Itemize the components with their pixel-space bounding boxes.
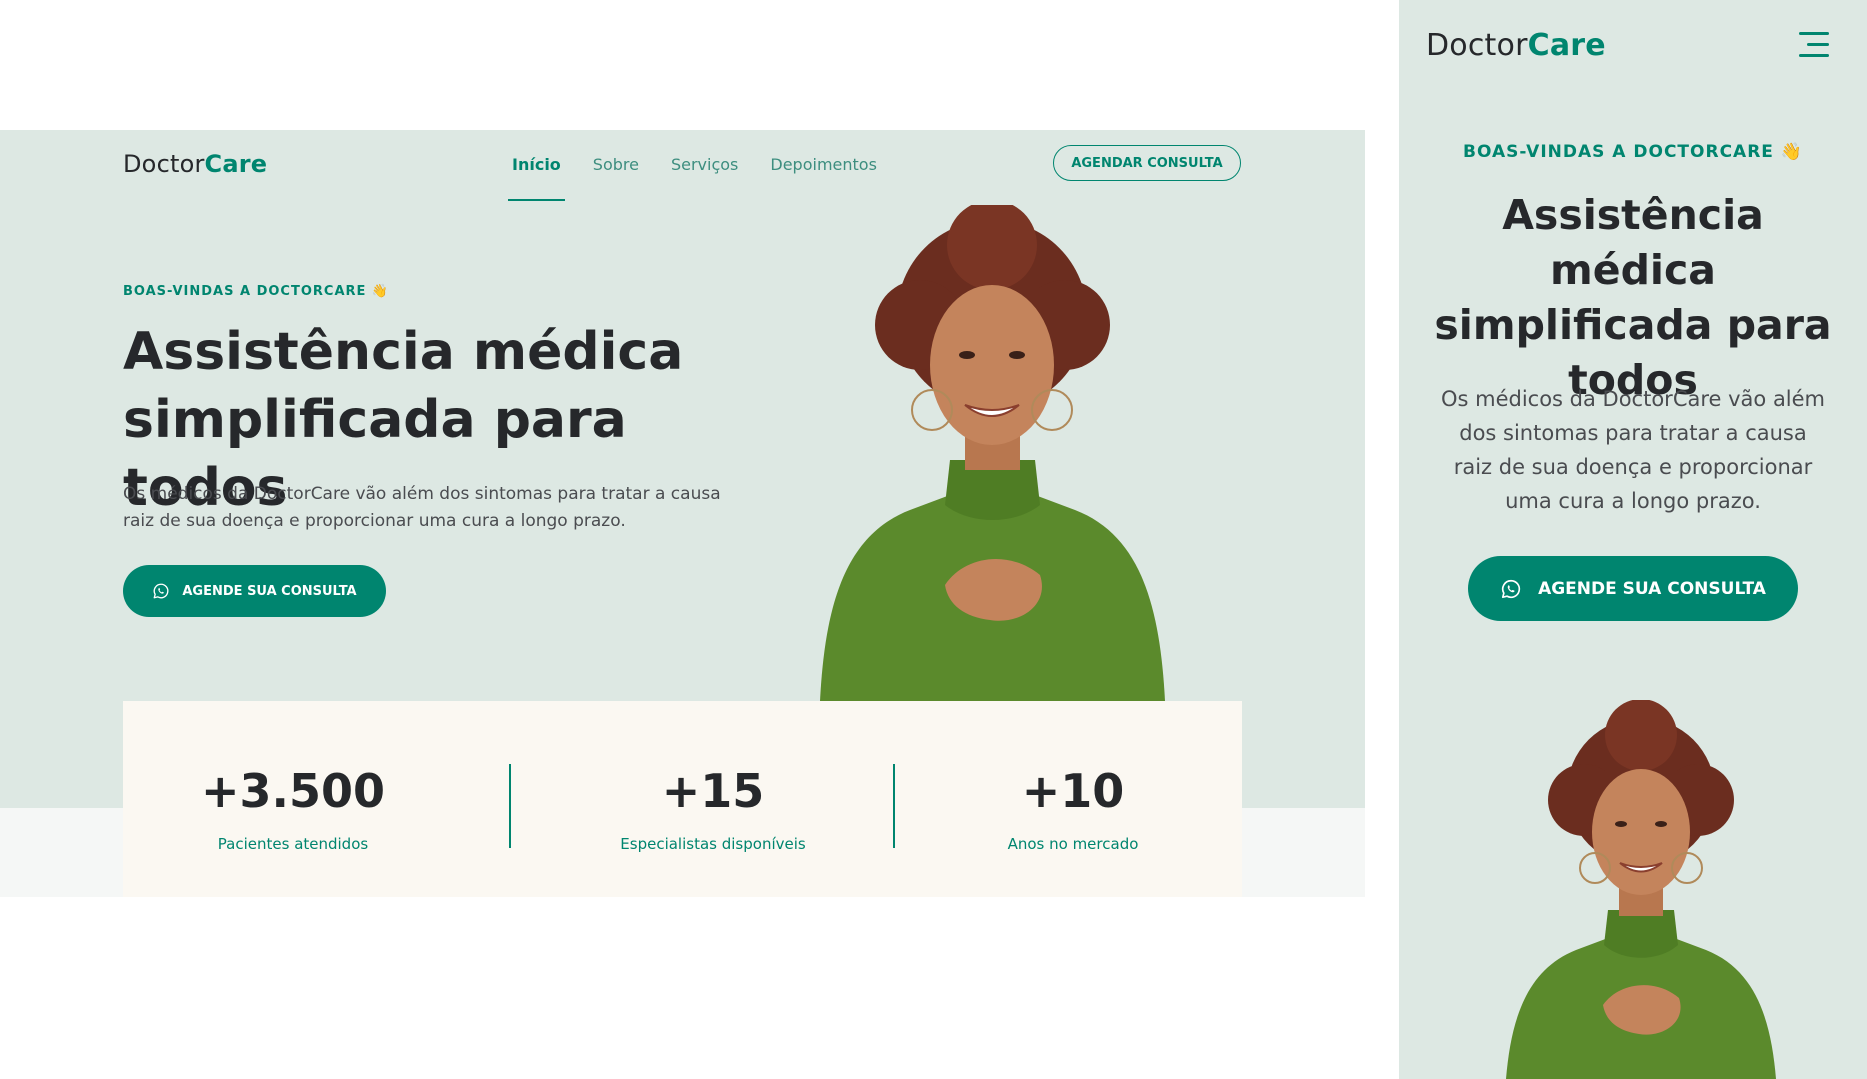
logo-text-doctor: Doctor [123, 150, 205, 178]
mobile-hero-title: Assistência médica simplificada para tod… [1434, 191, 1832, 404]
mobile-hero-doctor-photo [1506, 700, 1776, 1079]
stat-specialists: +15 Especialistas disponíveis [563, 761, 863, 853]
whatsapp-icon [153, 583, 169, 599]
hero-doctor-photo [820, 205, 1165, 701]
mobile-logo[interactable]: DoctorCare [1426, 28, 1606, 63]
stat-divider [893, 764, 895, 848]
hero-cta-label: AGENDE SUA CONSULTA [182, 583, 357, 599]
whatsapp-icon [1501, 579, 1521, 598]
stat-label: Pacientes atendidos [217, 835, 369, 853]
nav-item-depoimentos[interactable]: Depoimentos [770, 155, 877, 174]
mobile-hero-cta-label: AGENDE SUA CONSULTA [1538, 578, 1766, 599]
mobile-hero-cta-button[interactable]: AGENDE SUA CONSULTA [1468, 556, 1798, 621]
nav-item-sobre[interactable]: Sobre [593, 155, 639, 174]
logo-text-care: Care [204, 150, 268, 178]
desktop-nav: Início Sobre Serviços Depoimentos [508, 155, 909, 201]
hero-description: Os médicos da DoctorCare vão além dos si… [123, 484, 721, 531]
stat-divider [509, 764, 511, 848]
stat-value: +15 [661, 764, 765, 818]
mobile-mockup: DoctorCare BOAS-VINDAS A DOCTORCARE 👋 As… [1399, 0, 1867, 1079]
hero-tagline: BOAS-VINDAS A DOCTORCARE 👋 [123, 284, 390, 299]
stat-label: Especialistas disponíveis [620, 835, 806, 853]
stat-value: +3.500 [200, 764, 386, 818]
stat-label: Anos no mercado [1007, 835, 1139, 853]
nav-item-servicos[interactable]: Serviços [671, 155, 738, 174]
stats-card: +3.500 Pacientes atendidos +15 Especiali… [123, 701, 1242, 897]
mobile-hero-description: Os médicos da DoctorCare vão além dos si… [1440, 387, 1826, 513]
stat-patients: +3.500 Pacientes atendidos [183, 761, 403, 853]
hamburger-menu-icon[interactable] [1799, 32, 1829, 58]
stat-years: +10 Anos no mercado [953, 761, 1193, 853]
desktop-logo[interactable]: DoctorCare [123, 150, 267, 178]
schedule-appointment-button[interactable]: AGENDAR CONSULTA [1053, 145, 1241, 181]
nav-item-inicio[interactable]: Início [508, 155, 565, 201]
logo-text-doctor: Doctor [1426, 28, 1528, 63]
logo-text-care: Care [1527, 28, 1606, 63]
stat-value: +10 [1021, 764, 1125, 818]
hero-cta-button[interactable]: AGENDE SUA CONSULTA [123, 565, 386, 617]
mobile-hero-tagline: BOAS-VINDAS A DOCTORCARE 👋 [1463, 142, 1803, 162]
